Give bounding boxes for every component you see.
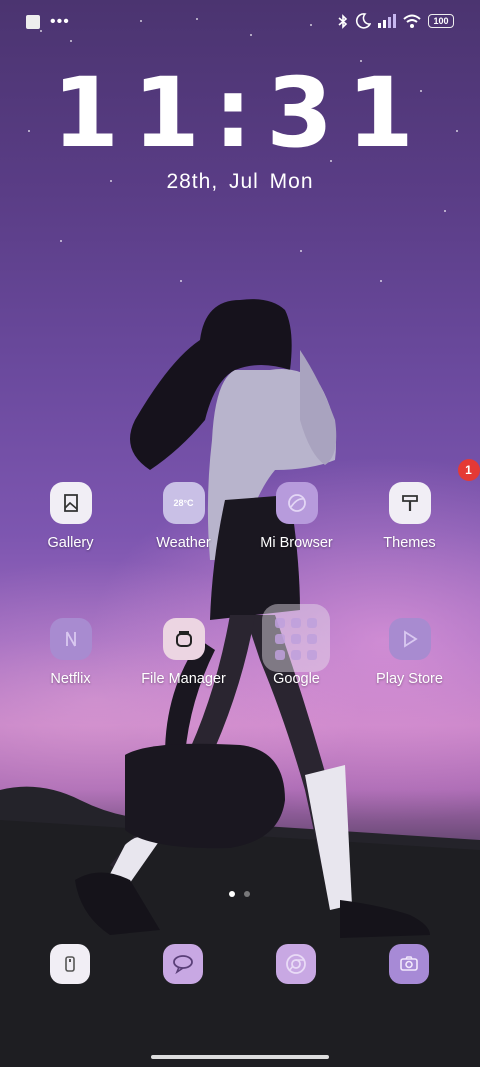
notification-square-icon: [26, 15, 40, 29]
app-mi-browser[interactable]: Mi Browser: [240, 482, 353, 551]
messages-icon[interactable]: [163, 944, 203, 984]
wifi-icon: [403, 14, 421, 28]
clock-date[interactable]: 28th, Jul Mon: [0, 170, 480, 194]
phone-icon[interactable]: [50, 944, 90, 984]
notification-badge: 1: [457, 459, 480, 481]
weather-icon-text: 28°C: [173, 498, 194, 508]
page-dot-active: [229, 891, 235, 897]
page-indicator[interactable]: [229, 891, 250, 897]
bluetooth-icon: [338, 13, 348, 29]
app-label: Weather: [156, 535, 211, 551]
page-dot: [244, 891, 250, 897]
app-label: Netflix: [50, 671, 91, 687]
browser-icon: [275, 482, 318, 524]
app-gallery[interactable]: Gallery: [14, 482, 127, 551]
gallery-icon: [49, 482, 92, 524]
app-netflix[interactable]: Netflix: [14, 618, 127, 687]
status-bar-right: 100: [338, 13, 454, 29]
app-google-folder[interactable]: Google: [240, 618, 353, 687]
app-label: Play Store: [376, 671, 443, 687]
chrome-icon[interactable]: [276, 944, 316, 984]
app-weather[interactable]: 28°C Weather: [127, 482, 240, 551]
app-label: Mi Browser: [260, 535, 333, 551]
netflix-icon: [49, 618, 92, 660]
file-manager-icon: [162, 618, 205, 660]
app-play-store[interactable]: Play Store: [353, 618, 466, 687]
play-store-icon: [388, 618, 431, 660]
status-bar: ••• 100: [0, 0, 480, 46]
weather-icon: 28°C: [162, 482, 205, 524]
battery-icon: 100: [428, 14, 454, 28]
camera-icon[interactable]: [389, 944, 429, 984]
clock-time[interactable]: 11:31: [0, 58, 480, 168]
app-label: Themes: [383, 535, 436, 551]
status-bar-left: •••: [26, 13, 70, 30]
app-label: Gallery: [47, 535, 94, 551]
more-dots-icon: •••: [50, 13, 70, 30]
home-gesture-bar[interactable]: [151, 1055, 329, 1059]
app-label: File Manager: [141, 671, 226, 687]
moon-icon: [355, 13, 371, 29]
app-label: Google: [273, 671, 320, 687]
signal-icon: [378, 14, 396, 28]
app-file-manager[interactable]: File Manager: [127, 618, 240, 687]
themes-icon: 1: [388, 459, 480, 524]
app-themes[interactable]: 1 Themes: [353, 459, 480, 551]
